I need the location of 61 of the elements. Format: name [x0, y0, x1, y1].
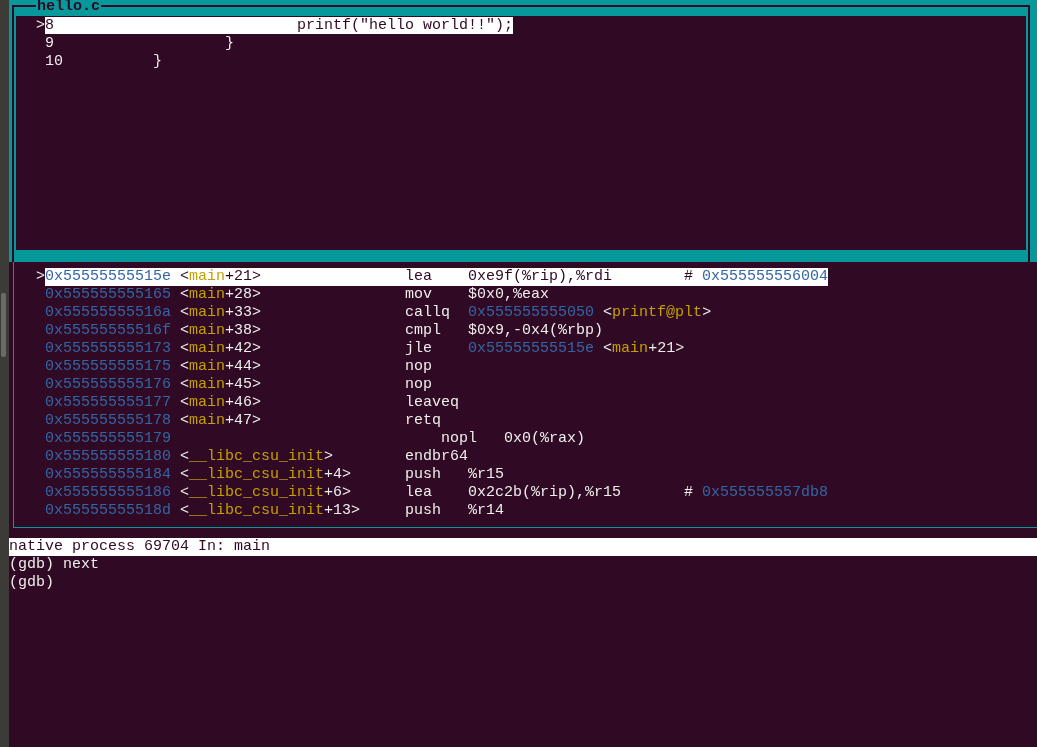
source-line: 9 }	[45, 35, 235, 52]
asm-address: 0x555555555173	[45, 340, 173, 358]
asm-address: 0x555555555186	[45, 484, 173, 502]
asm-opcode: endbr64	[405, 448, 469, 466]
asm-opcode: lea	[405, 268, 434, 286]
asm-address: 0x555555555175	[45, 358, 173, 376]
asm-address: 0x55555555516a	[45, 304, 173, 322]
asm-opcode: lea	[405, 484, 434, 502]
asm-address: 0x555555555178	[45, 412, 173, 430]
asm-operands: %r14	[468, 502, 505, 520]
line-marker: >	[35, 17, 45, 35]
asm-operands: 0x55555555515e <main+21>	[468, 340, 685, 358]
asm-symbol: <main+33>	[180, 304, 263, 322]
asm-address: 0x55555555515e	[45, 268, 173, 286]
asm-operands: 0xe9f(%rip),%rdi	[468, 268, 614, 286]
asm-symbol: <main+38>	[180, 322, 263, 340]
asm-opcode: callq	[405, 304, 452, 322]
asm-address: 0x555555555184	[45, 466, 173, 484]
asm-symbol: <main+47>	[180, 412, 263, 430]
status-bar: native process 69704 In: main	[9, 538, 1037, 556]
asm-symbol: <main+44>	[180, 358, 263, 376]
asm-address: 0x555555555179	[45, 430, 173, 448]
asm-address: 0x555555555176	[45, 376, 173, 394]
asm-operands: %r15	[468, 466, 505, 484]
asm-operands: 0x2c2b(%rip),%r15	[468, 484, 623, 502]
asm-symbol: <__libc_csu_init>	[180, 448, 335, 466]
asm-operands: 0x555555555050 <printf@plt>	[468, 304, 712, 322]
asm-opcode: retq	[405, 412, 443, 430]
asm-operands: 0x0(%rax)	[504, 430, 586, 448]
asm-opcode: mov	[405, 286, 434, 304]
asm-opcode: nop	[405, 376, 434, 394]
asm-comment: # 0x555555556004	[684, 268, 829, 286]
asm-address: 0x555555555177	[45, 394, 173, 412]
command-line: (gdb)	[9, 574, 55, 592]
asm-operands: $0x0,%eax	[468, 286, 550, 304]
asm-symbol: <main+42>	[180, 340, 263, 358]
asm-comment: # 0x555555557db8	[684, 484, 829, 502]
command-line: (gdb) next	[9, 556, 100, 574]
scrollbar-thumb[interactable]	[1, 293, 6, 357]
asm-symbol: <main+21>	[180, 268, 263, 286]
asm-symbol: <main+28>	[180, 286, 263, 304]
asm-address: 0x555555555165	[45, 286, 173, 304]
asm-opcode: nopl	[441, 430, 479, 448]
asm-opcode: push	[405, 466, 443, 484]
asm-address: 0x555555555180	[45, 448, 173, 466]
scrollbar[interactable]	[0, 0, 9, 747]
asm-address: 0x55555555516f	[45, 322, 173, 340]
asm-symbol: <__libc_csu_init+6>	[180, 484, 353, 502]
asm-symbol: <main+46>	[180, 394, 263, 412]
asm-opcode: nop	[405, 358, 434, 376]
asm-symbol: <__libc_csu_init+4>	[180, 466, 353, 484]
asm-symbol: <__libc_csu_init+13>	[180, 502, 362, 520]
asm-operands: $0x9,-0x4(%rbp)	[468, 322, 604, 340]
asm-opcode: cmpl	[405, 322, 443, 340]
asm-opcode: leaveq	[405, 394, 461, 412]
asm-opcode: push	[405, 502, 443, 520]
asm-address: 0x55555555518d	[45, 502, 173, 520]
asm-symbol: <main+45>	[180, 376, 263, 394]
line-marker: >	[35, 268, 45, 286]
source-line: 10 }	[45, 53, 163, 70]
asm-opcode: jle	[405, 340, 434, 358]
